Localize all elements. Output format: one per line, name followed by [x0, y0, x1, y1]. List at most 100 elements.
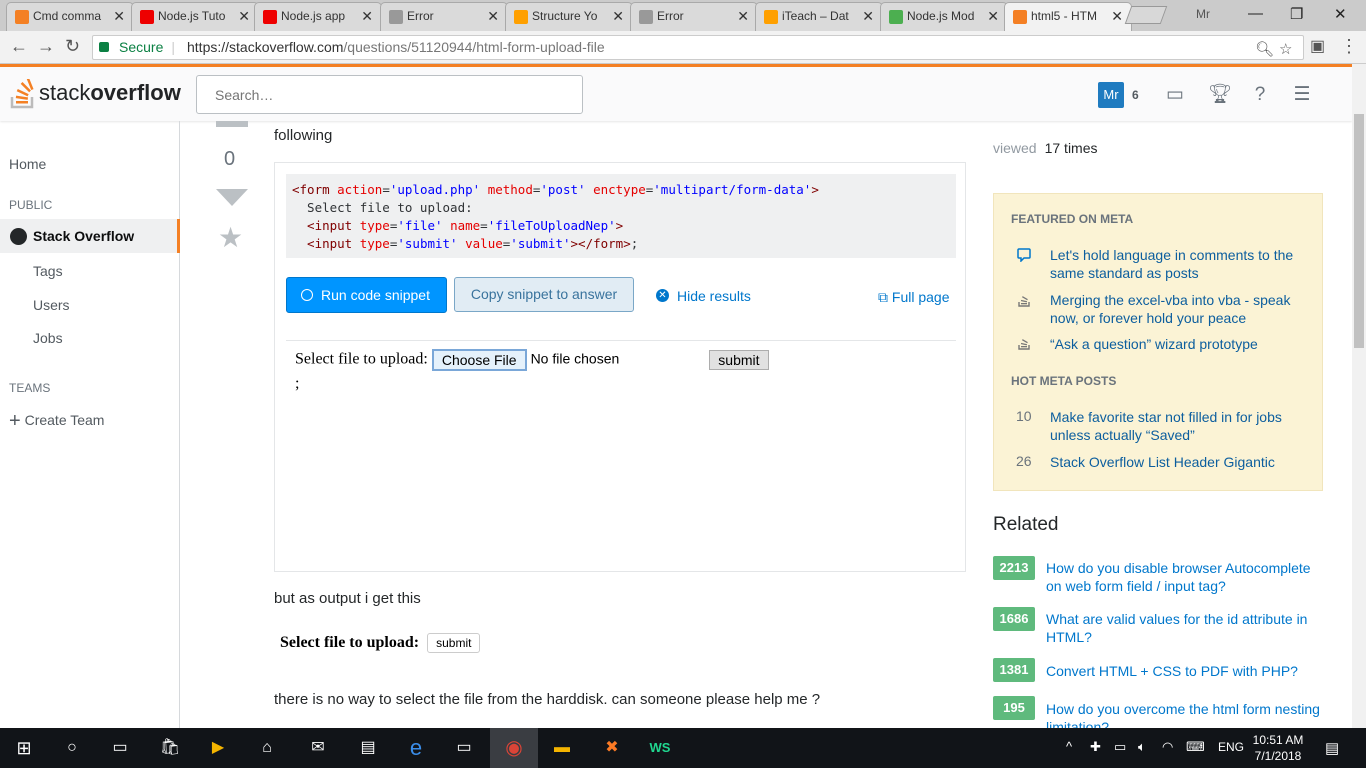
task-view-icon[interactable]: ▭: [108, 736, 132, 760]
terminal-icon[interactable]: ▭: [452, 736, 476, 760]
browser-tab[interactable]: iTeach – Dat ✕: [755, 2, 883, 31]
wifi-icon[interactable]: ◠: [1162, 739, 1173, 755]
close-tab-icon[interactable]: ✕: [612, 3, 624, 30]
windows-start-icon[interactable]: ⊞: [12, 736, 36, 760]
close-window-icon[interactable]: ✕: [1334, 5, 1347, 23]
close-tab-icon[interactable]: ✕: [987, 3, 999, 30]
scrollbar-thumb[interactable]: [1354, 114, 1364, 348]
nav-create-team[interactable]: + Create Team: [9, 410, 104, 433]
browser-tab[interactable]: html5 - HTM ✕: [1004, 2, 1132, 31]
zoom-icon[interactable]: 🔍︎: [1255, 38, 1274, 61]
forward-icon[interactable]: →: [37, 36, 55, 57]
nav-tags[interactable]: Tags: [33, 263, 63, 279]
code-token: enctype: [593, 182, 646, 197]
output-label: Select file to upload:: [280, 634, 420, 651]
related-link[interactable]: How do you disable browser Autocomplete …: [1046, 559, 1326, 595]
stackoverflow-logo[interactable]: stackoverflow: [10, 79, 181, 109]
mail-icon[interactable]: ✉: [306, 736, 330, 760]
hot-meta-item[interactable]: Make favorite star not filled in for job…: [1050, 408, 1310, 444]
extension-icon[interactable]: ▣: [1310, 36, 1325, 56]
close-tab-icon[interactable]: ✕: [737, 3, 749, 30]
close-tab-icon[interactable]: ✕: [361, 3, 373, 30]
code-block: <form action='upload.php' method='post' …: [286, 174, 956, 258]
featured-item[interactable]: Merging the excel-vba into vba - speak n…: [1050, 291, 1310, 327]
cortana-icon[interactable]: ○: [60, 736, 84, 760]
profile-name[interactable]: Mr: [1196, 7, 1210, 21]
site-switcher-icon[interactable]: ☰: [1292, 85, 1312, 105]
new-tab-button[interactable]: [1124, 6, 1168, 24]
run-snippet-button[interactable]: Run code snippet: [286, 277, 447, 313]
url-text[interactable]: https://stackoverflow.com/questions/5112…: [187, 39, 605, 55]
choose-file-button[interactable]: Choose File: [431, 349, 527, 371]
bookmark-star-icon[interactable]: ☆: [1279, 38, 1292, 61]
hot-meta-item[interactable]: Stack Overflow List Header Gigantic: [1050, 453, 1310, 471]
volume-icon[interactable]: 🔈︎: [1138, 739, 1146, 755]
back-icon[interactable]: ←: [10, 36, 28, 57]
media-player-icon[interactable]: ▶: [206, 736, 230, 760]
related-link[interactable]: What are valid values for the id attribu…: [1046, 610, 1326, 646]
file-explorer-icon[interactable]: ▬: [550, 736, 574, 760]
featured-item[interactable]: “Ask a question” wizard prototype: [1050, 335, 1310, 353]
action-center-icon[interactable]: ▤: [1325, 739, 1339, 757]
address-bar[interactable]: Secure | https://stackoverflow.com/questio…: [92, 35, 1304, 60]
full-page-link[interactable]: ⧉ Full page: [878, 289, 949, 306]
copy-snippet-button[interactable]: Copy snippet to answer: [454, 277, 634, 312]
close-tab-icon[interactable]: ✕: [113, 3, 125, 30]
page-scrollbar[interactable]: [1352, 64, 1366, 728]
clock[interactable]: 10:51 AM 7/1/2018: [1250, 732, 1306, 764]
xampp-icon[interactable]: ✖: [600, 736, 624, 760]
hide-results-link[interactable]: ✕ Hide results: [656, 288, 751, 304]
related-score: 2213: [993, 556, 1035, 580]
help-icon[interactable]: ?: [1250, 85, 1270, 105]
upvote-icon[interactable]: [216, 121, 248, 127]
browser-tab[interactable]: Cmd comma ✕: [6, 2, 134, 31]
battery-icon[interactable]: ▭: [1114, 739, 1126, 755]
favorite-star-icon[interactable]: ★: [218, 221, 243, 254]
minimize-icon[interactable]: —: [1248, 5, 1263, 22]
keyboard-icon[interactable]: ⌨: [1186, 739, 1205, 755]
featured-item[interactable]: Let's hold language in comments to the s…: [1050, 246, 1310, 282]
browser-tab[interactable]: Node.js app ✕: [254, 2, 382, 31]
nav-users[interactable]: Users: [33, 297, 70, 313]
browser-tab[interactable]: Error ✕: [380, 2, 508, 31]
nav-home[interactable]: Home: [9, 156, 46, 172]
browser-tab[interactable]: Node.js Mod ✕: [880, 2, 1008, 31]
close-tab-icon[interactable]: ✕: [238, 3, 250, 30]
downvote-icon[interactable]: [216, 189, 248, 206]
browser-tab[interactable]: Error ✕: [630, 2, 758, 31]
document-icon: [639, 10, 653, 24]
document-icon: [389, 10, 403, 24]
related-link[interactable]: How do you overcome the html form nestin…: [1046, 700, 1326, 728]
tray-app-icon[interactable]: ✚: [1090, 739, 1101, 755]
webstorm-icon[interactable]: WS: [648, 736, 672, 760]
inbox-icon[interactable]: ▭: [1165, 85, 1185, 105]
close-tab-icon[interactable]: ✕: [862, 3, 874, 30]
site-header: stackoverflow Mr 6 ▭ 🏆︎ ? ☰: [0, 64, 1352, 121]
app-icon[interactable]: ▤: [356, 736, 380, 760]
hp-icon[interactable]: ⌂: [255, 736, 279, 760]
chrome-icon[interactable]: ◉: [502, 736, 526, 760]
store-icon[interactable]: 🛍︎: [158, 736, 182, 760]
maximize-icon[interactable]: ❐: [1290, 5, 1303, 23]
reload-icon[interactable]: ↻: [65, 36, 80, 57]
browser-toolbar: ← → ↻ Secure | https://stackoverflow.com/q…: [0, 31, 1366, 64]
edge-icon[interactable]: e: [404, 736, 428, 760]
browser-tab[interactable]: Node.js Tuto ✕: [131, 2, 259, 31]
close-tab-icon[interactable]: ✕: [1111, 3, 1123, 30]
result-submit-button[interactable]: submit: [709, 350, 769, 370]
nav-stack-overflow[interactable]: Stack Overflow: [0, 219, 180, 253]
search-input[interactable]: [196, 75, 583, 114]
menu-icon[interactable]: ⋮: [1340, 36, 1358, 57]
related-link[interactable]: Convert HTML + CSS to PDF with PHP?: [1046, 662, 1326, 680]
close-tab-icon[interactable]: ✕: [487, 3, 499, 30]
browser-tab[interactable]: Structure Yo ✕: [505, 2, 633, 31]
trophy-icon[interactable]: 🏆︎: [1208, 85, 1232, 105]
nav-jobs[interactable]: Jobs: [33, 330, 63, 346]
external-link-icon: ⧉: [878, 289, 888, 305]
code-token: ;: [630, 236, 639, 251]
tray-chevron-icon[interactable]: ^: [1066, 739, 1072, 754]
avatar[interactable]: Mr: [1098, 82, 1124, 108]
language-indicator[interactable]: ENG: [1218, 740, 1244, 754]
